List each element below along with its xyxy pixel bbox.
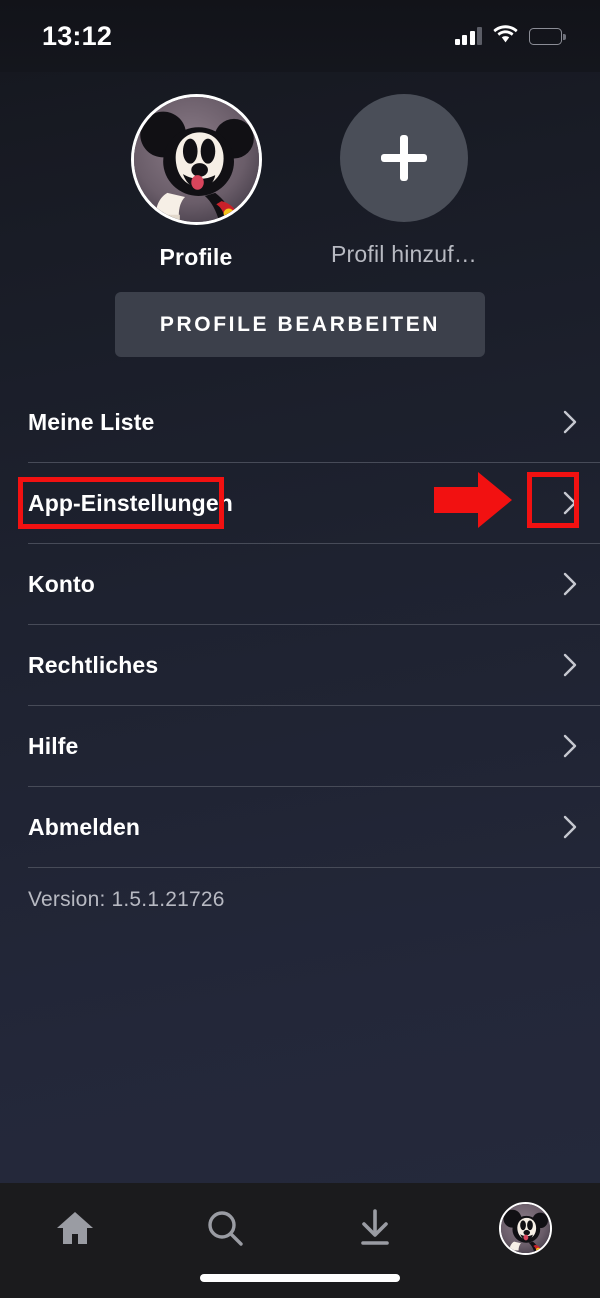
wifi-icon [493,24,518,48]
menu-item-konto[interactable]: Konto [28,544,600,625]
menu-item-label: Konto [28,570,95,597]
chevron-right-icon [563,491,578,515]
profile-label: Profile [159,244,233,270]
mickey-mouse-avatar [498,1201,552,1255]
edit-profiles-button[interactable]: PROFILE BEARBEITEN [115,292,485,357]
profile-item-current[interactable]: Profile [106,94,286,271]
home-indicator [200,1274,400,1282]
tab-home[interactable] [0,1199,150,1257]
add-profile-label: Profil hinzuf… [331,241,477,267]
status-bar-icons [454,24,566,48]
chevron-right-icon [563,653,578,677]
app-screen: 13:12 Profile Profil hinzuf… PROFILE BEA… [0,0,600,1298]
chevron-right-icon [563,734,578,758]
tab-downloads[interactable] [300,1199,450,1257]
status-bar-clock: 13:12 [42,20,113,51]
menu-item-rechtliches[interactable]: Rechtliches [28,625,600,706]
download-icon [358,1209,392,1247]
chevron-right-icon [563,410,578,434]
settings-menu-list: Meine Liste App-Einstellungen Konto Rech… [0,382,600,868]
add-profile-button[interactable] [340,94,468,222]
menu-item-meine-liste[interactable]: Meine Liste [28,382,600,463]
search-icon [206,1209,244,1247]
app-version-text: Version: 1.5.1.21726 [28,888,225,911]
tab-profile[interactable] [450,1199,600,1257]
menu-item-label: App-Einstellungen [28,489,233,516]
profiles-row: Profile Profil hinzuf… [0,94,600,271]
menu-item-label: Abmelden [28,813,140,840]
chevron-right-icon [563,815,578,839]
plus-icon [381,135,427,181]
battery-icon [529,27,566,45]
menu-item-app-einstellungen[interactable]: App-Einstellungen [28,463,600,544]
menu-item-label: Rechtliches [28,651,159,678]
home-icon [55,1210,95,1246]
menu-item-label: Hilfe [28,732,79,759]
mickey-mouse-avatar[interactable] [130,94,262,225]
bottom-tab-bar [0,1183,600,1298]
menu-item-abmelden[interactable]: Abmelden [28,787,600,868]
chevron-right-icon [563,572,578,596]
profile-item-add[interactable]: Profil hinzuf… [314,94,494,271]
menu-item-hilfe[interactable]: Hilfe [28,706,600,787]
cellular-bars-icon [454,27,482,45]
status-bar: 13:12 [0,0,600,72]
tab-search[interactable] [150,1199,300,1257]
menu-item-label: Meine Liste [28,408,155,435]
